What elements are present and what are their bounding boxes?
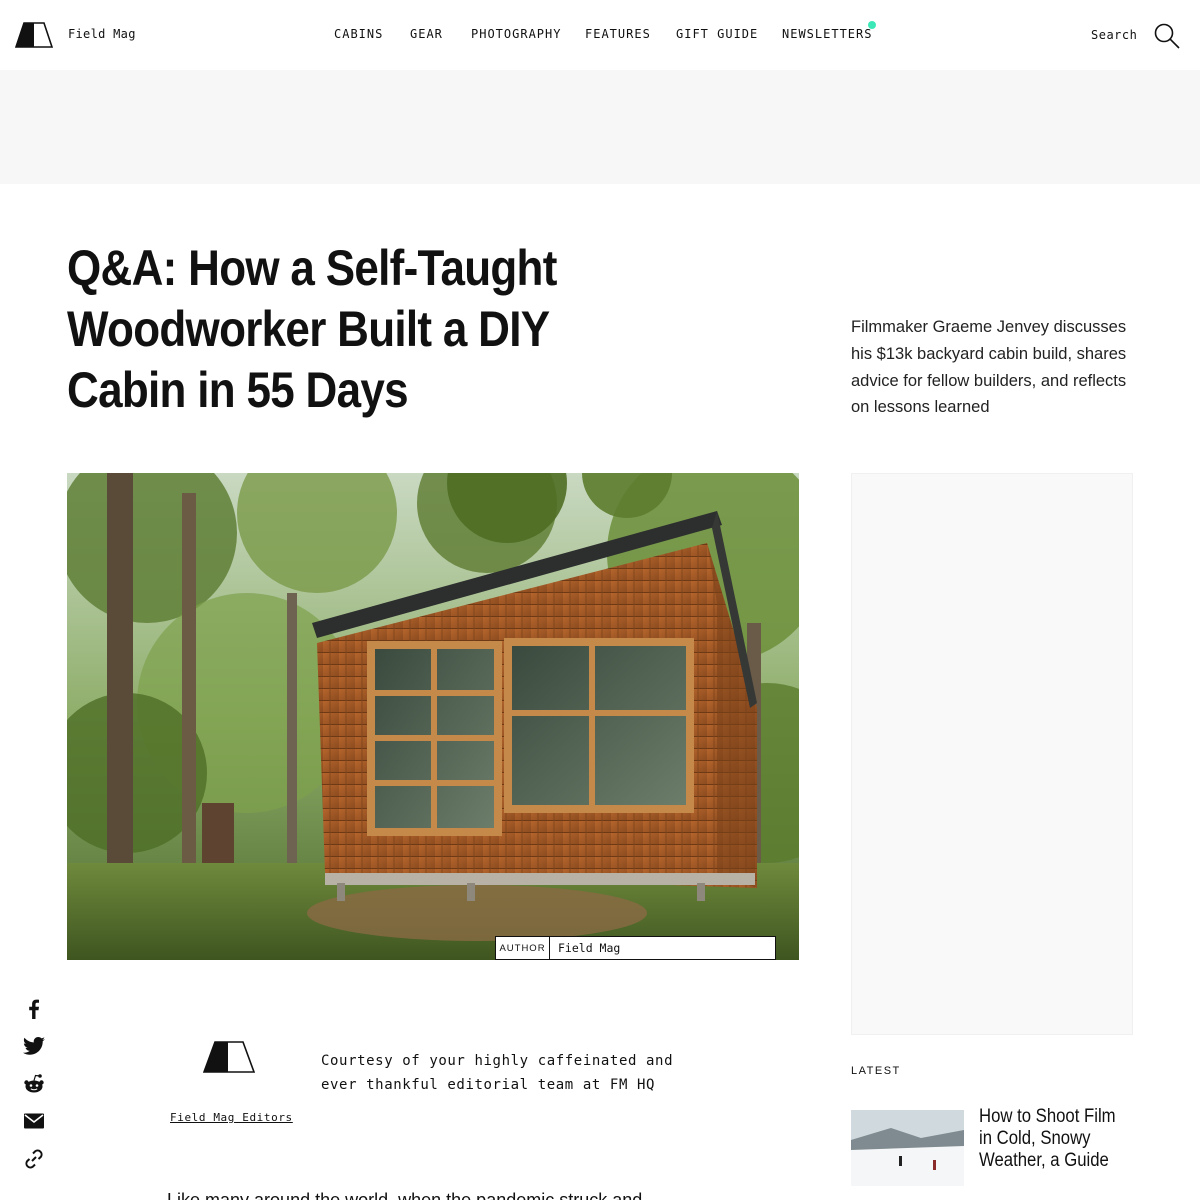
nav-newsletters[interactable]: NEWSLETTERS — [782, 27, 872, 41]
nav-features[interactable]: FEATURES — [585, 27, 651, 41]
photo-credit-value: Field Mag — [558, 941, 621, 955]
sidebar-ad-placeholder — [851, 473, 1133, 1035]
article-dek: Filmmaker Graeme Jenvey discusses his $1… — [851, 318, 1127, 417]
author-bio: Courtesy of your highly caffeinated and … — [321, 1053, 674, 1093]
nav-photography[interactable]: PHOTOGRAPHY — [471, 27, 561, 41]
latest-item-thumbnail[interactable] — [851, 1110, 964, 1186]
nav-gear[interactable]: GEAR — [410, 27, 443, 41]
link-icon[interactable] — [22, 1147, 46, 1171]
twitter-icon[interactable] — [22, 1034, 46, 1058]
top-ad-placeholder — [0, 70, 1200, 184]
newsletter-indicator-dot — [868, 21, 876, 29]
author-name-link[interactable]: Field Mag Editors — [170, 1111, 293, 1124]
article-title: Q&A: How a Self-Taught Woodworker Built … — [67, 240, 557, 418]
author-avatar-logo-icon — [203, 1041, 255, 1073]
article-body-first-line: Like many around the world, when the pan… — [167, 1190, 643, 1200]
reddit-icon[interactable] — [22, 1072, 46, 1096]
photo-credit: AUTHOR Field Mag — [495, 936, 776, 960]
latest-item-title[interactable]: How to Shoot Film in Cold, Snowy Weather… — [979, 1106, 1129, 1172]
nav-cabins[interactable]: CABINS — [334, 27, 383, 41]
photo-credit-label: AUTHOR — [496, 937, 550, 959]
search-icon[interactable] — [1153, 22, 1181, 50]
main-nav: CABINS GEAR PHOTOGRAPHY FEATURES GIFT GU… — [0, 27, 1200, 47]
email-icon[interactable] — [22, 1109, 46, 1133]
nav-gift-guide[interactable]: GIFT GUIDE — [676, 27, 758, 41]
latest-heading: LATEST — [851, 1065, 901, 1077]
facebook-icon[interactable] — [22, 997, 46, 1021]
hero-image: AUTHOR Field Mag — [67, 473, 799, 960]
site-header: Field Mag CABINS GEAR PHOTOGRAPHY FEATUR… — [0, 0, 1200, 70]
search-label[interactable]: Search — [1091, 28, 1137, 42]
